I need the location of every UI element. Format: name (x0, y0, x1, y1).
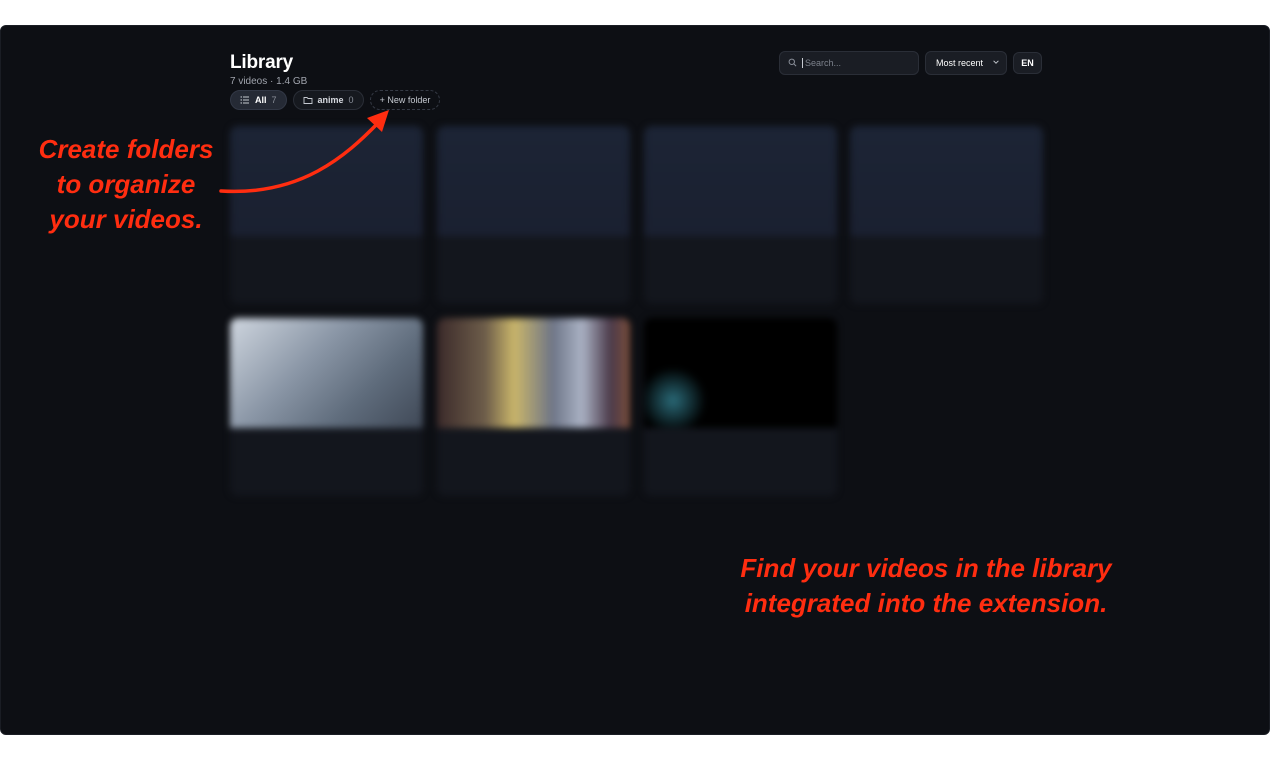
video-thumbnail (437, 126, 630, 236)
video-thumbnail (850, 126, 1043, 236)
video-card[interactable] (230, 126, 423, 304)
annotation-library: Find your videos in the library integrat… (740, 553, 1112, 618)
video-meta (850, 248, 1043, 256)
sort-select[interactable]: Most recent (925, 51, 1007, 75)
video-title (644, 236, 837, 248)
video-title (230, 236, 423, 248)
video-card[interactable] (230, 318, 423, 496)
chevron-down-icon (992, 58, 1000, 68)
video-meta (230, 440, 423, 448)
folder-chip-label: anime (317, 95, 344, 105)
video-card[interactable] (437, 318, 630, 496)
video-meta (644, 248, 837, 256)
video-thumbnail (437, 318, 630, 428)
new-folder-button[interactable]: + New folder (369, 90, 441, 110)
video-thumbnail (644, 126, 837, 236)
folder-chip-anime[interactable]: anime 0 (292, 90, 364, 110)
folder-chips: All 7 anime 0 + New folder (230, 90, 441, 110)
language-button[interactable]: EN (1013, 52, 1042, 74)
video-thumbnail (644, 318, 837, 428)
video-meta (437, 440, 630, 448)
video-thumbnail (230, 318, 423, 428)
folder-icon (303, 95, 313, 105)
search-icon (788, 54, 797, 72)
video-meta (437, 248, 630, 256)
video-meta (230, 248, 423, 256)
app-window: Library 7 videos · 1.4 GB All 7 anime 0 … (0, 25, 1270, 735)
search-box[interactable] (779, 51, 919, 75)
video-card[interactable] (644, 318, 837, 496)
video-thumbnail (230, 126, 423, 236)
list-icon (240, 95, 250, 105)
folder-chip-count: 0 (348, 95, 354, 105)
search-input[interactable] (802, 58, 912, 68)
video-card[interactable] (644, 126, 837, 304)
page-title: Library (230, 52, 294, 73)
video-title (437, 428, 630, 440)
folder-chip-count: 7 (271, 95, 277, 105)
library-summary: 7 videos · 1.4 GB (230, 76, 308, 87)
video-meta (644, 440, 837, 448)
folder-chip-label: All (255, 95, 267, 105)
video-card[interactable] (437, 126, 630, 304)
video-title (230, 428, 423, 440)
folder-chip-all[interactable]: All 7 (230, 90, 287, 110)
video-card[interactable] (850, 126, 1043, 304)
video-title (850, 236, 1043, 248)
annotation-folders: Create folders to organize your videos. (38, 134, 214, 234)
sort-value: Most recent (936, 58, 984, 68)
video-title (437, 236, 630, 248)
video-title (644, 428, 837, 440)
